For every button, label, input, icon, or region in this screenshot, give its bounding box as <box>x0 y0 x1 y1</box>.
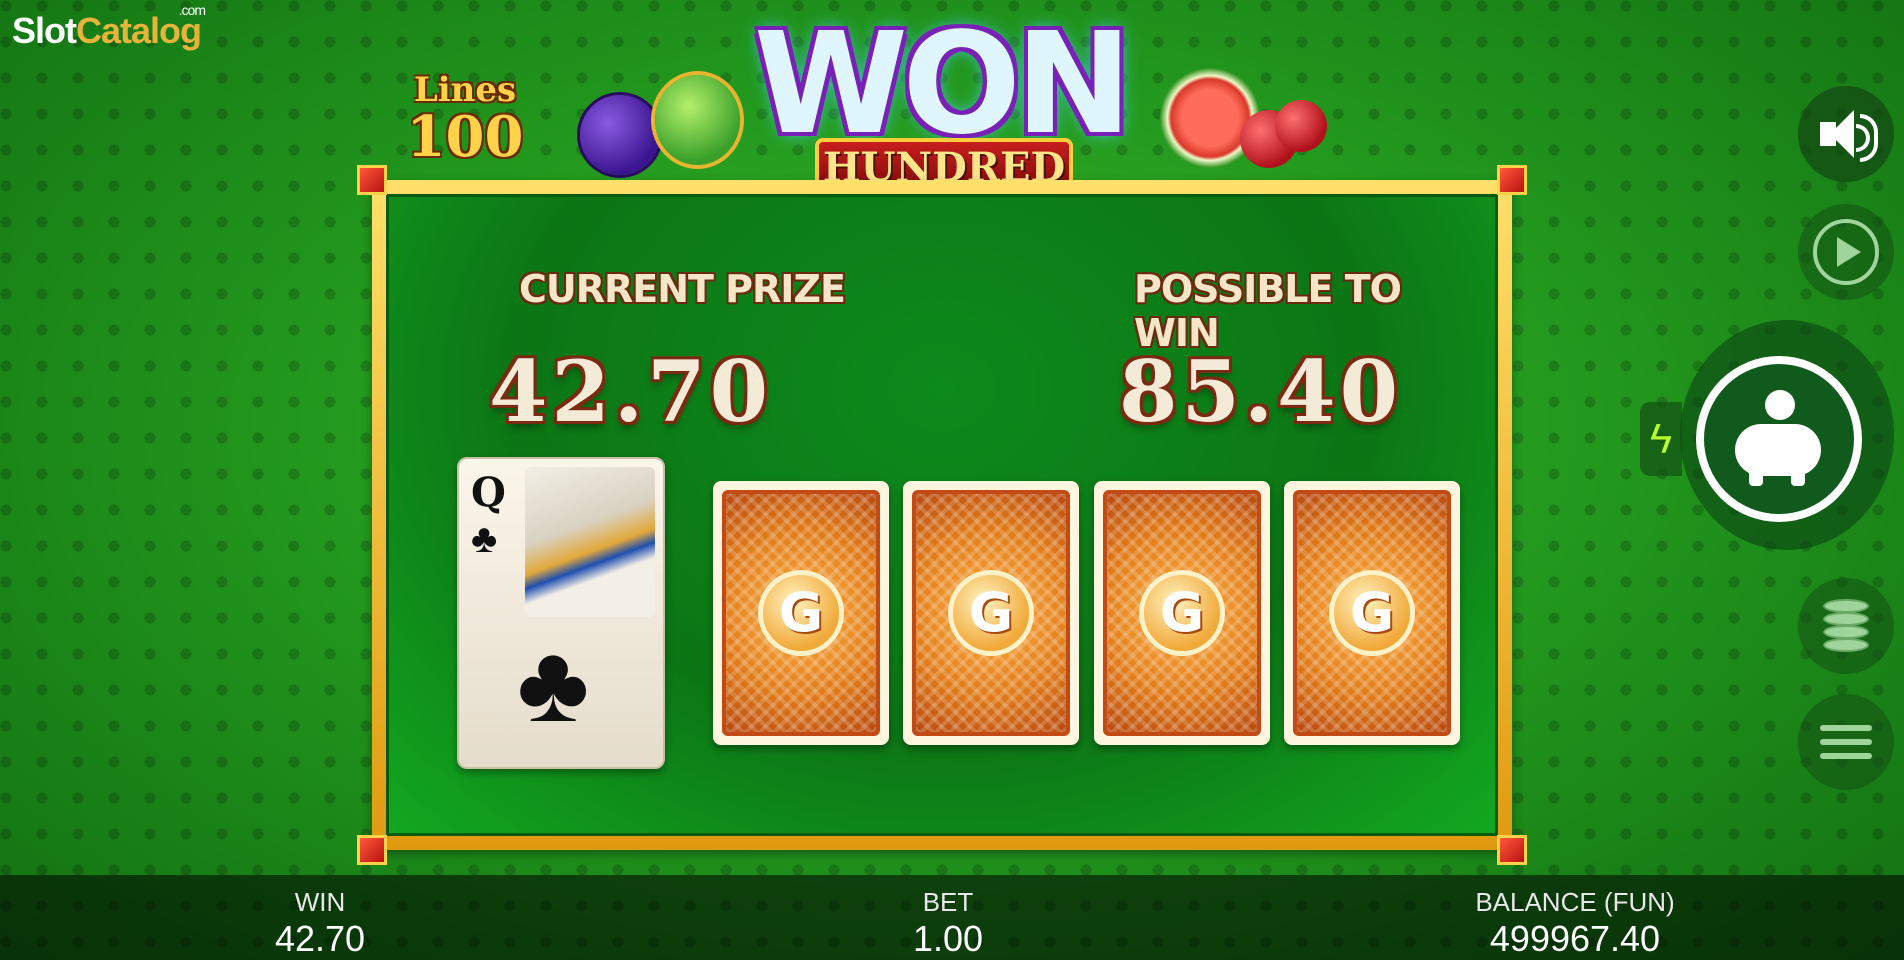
bet-display: BET 1.00 <box>848 887 1048 960</box>
revealed-card: Q ♣ ♣ <box>457 457 665 769</box>
card-back-pattern: G <box>722 490 880 736</box>
hidden-card-4[interactable]: G <box>1284 481 1460 745</box>
speaker-icon <box>1816 104 1878 164</box>
lines-value: 100 <box>406 104 524 170</box>
gamble-panel-inner: CURRENT PRIZE POSSIBLE TO WIN 42.70 85.4… <box>386 194 1498 836</box>
card-back-logo: G <box>758 570 844 656</box>
autoplay-icon <box>1813 219 1879 285</box>
card-back-pattern: G <box>1293 490 1451 736</box>
menu-button[interactable] <box>1798 694 1894 790</box>
card-suit-large: ♣ <box>517 622 590 745</box>
current-prize-value: 42.70 <box>489 342 773 441</box>
slotcatalog-logo: SlotCatalog .com <box>12 2 206 52</box>
card-suit-small: ♣ <box>471 517 498 561</box>
coins-icon <box>1823 599 1869 653</box>
card-back-logo: G <box>948 570 1034 656</box>
grapes-icon <box>580 95 660 175</box>
hidden-card-2[interactable]: G <box>903 481 1079 745</box>
card-back-logo: G <box>1329 570 1415 656</box>
possible-to-win-value: 85.40 <box>1119 342 1403 441</box>
lightning-icon: ϟ <box>1649 415 1673 462</box>
logo-text-com: .com <box>178 2 206 18</box>
hidden-card-1[interactable]: G <box>713 481 889 745</box>
card-rank: Q <box>471 469 506 516</box>
cherry-icon <box>1275 100 1327 152</box>
logo-text-slot: Slot <box>12 10 77 51</box>
balance-label: BALANCE (FUN) <box>1475 887 1675 917</box>
game-logo: WON HUNDRED <box>710 10 1170 198</box>
frame-corner <box>357 165 387 195</box>
frame-corner <box>1497 835 1527 865</box>
card-back-pattern: G <box>1103 490 1261 736</box>
gamble-panel: CURRENT PRIZE POSSIBLE TO WIN 42.70 85.4… <box>357 165 1527 865</box>
lines-badge: Lines 100 <box>400 70 530 170</box>
collect-button[interactable] <box>1696 356 1862 522</box>
sound-button[interactable] <box>1798 86 1894 182</box>
current-prize-label: CURRENT PRIZE <box>519 267 846 311</box>
win-display: WIN 42.70 <box>220 887 420 960</box>
queen-portrait <box>525 467 655 617</box>
status-bar: WIN 42.70 BET 1.00 BALANCE (FUN) 499967.… <box>0 875 1904 960</box>
bet-label: BET <box>922 887 974 917</box>
hidden-card-3[interactable]: G <box>1094 481 1270 745</box>
card-back-logo: G <box>1139 570 1225 656</box>
frame-corner <box>357 835 387 865</box>
menu-icon <box>1820 717 1872 767</box>
turbo-button[interactable]: ϟ <box>1640 402 1682 476</box>
win-label: WIN <box>294 887 346 917</box>
win-value: 42.70 <box>274 918 366 959</box>
balance-display: BALANCE (FUN) 499967.40 <box>1420 887 1730 960</box>
balance-value: 499967.40 <box>1489 918 1661 959</box>
stake-button[interactable] <box>1798 578 1894 674</box>
autoplay-button[interactable] <box>1798 204 1894 300</box>
bet-value: 1.00 <box>912 918 984 959</box>
frame-corner <box>1497 165 1527 195</box>
piggy-bank-icon <box>1729 390 1829 486</box>
card-back-pattern: G <box>912 490 1070 736</box>
